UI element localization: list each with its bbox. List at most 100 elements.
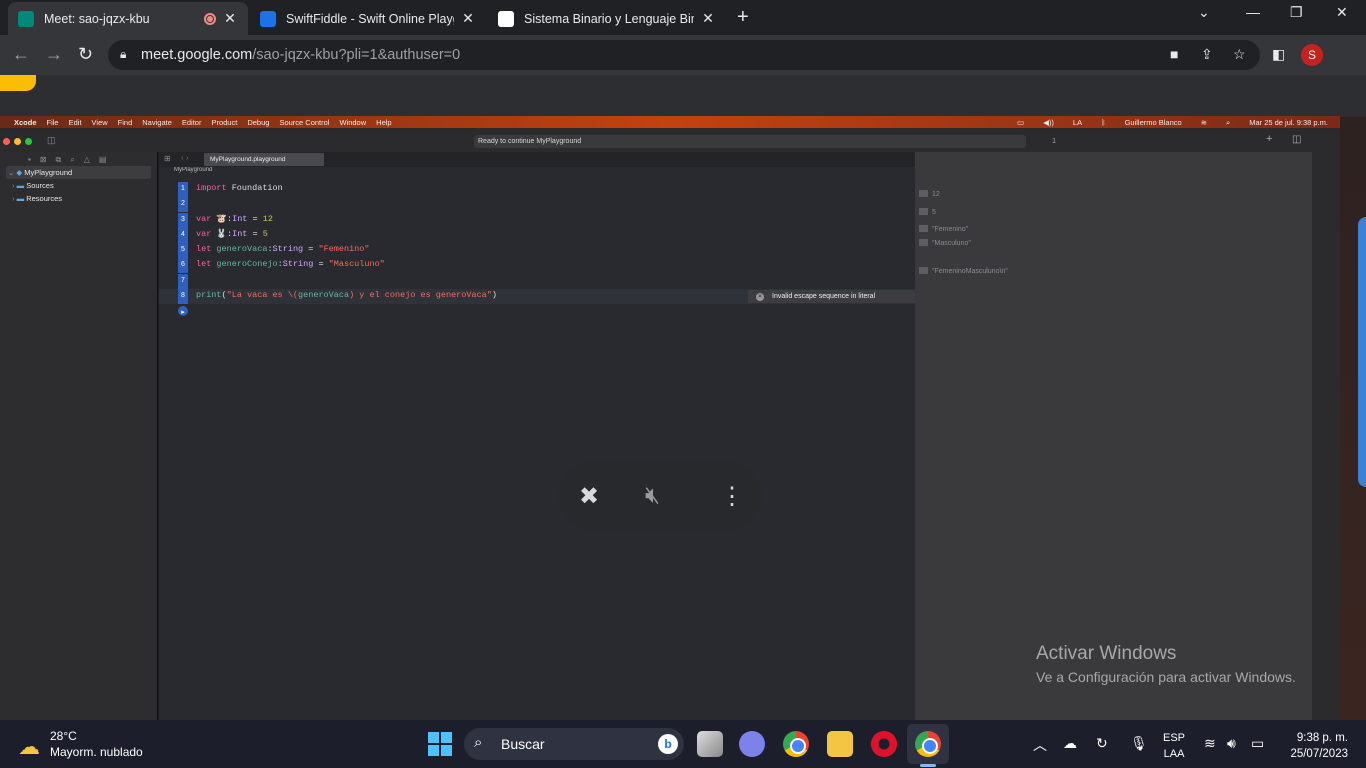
tab-sistema-binario[interactable]: Sistema Binario y Lenguaje Binari ✕ xyxy=(488,2,726,35)
menu-help[interactable]: Help xyxy=(376,118,391,127)
result-value[interactable]: 12 xyxy=(919,190,940,198)
mute-icon[interactable]: 🔇︎ xyxy=(645,482,660,510)
more-options-icon[interactable]: ⋮ xyxy=(720,482,744,511)
close-tab-icon[interactable]: ✕ xyxy=(460,10,476,27)
unpin-icon[interactable]: ✖ xyxy=(579,482,599,511)
add-icon[interactable]: + xyxy=(1266,133,1272,145)
run-icon[interactable]: ▸ xyxy=(178,306,188,317)
inspector-toggle-icon[interactable]: ◫ xyxy=(1292,134,1301,145)
chrome-active-icon[interactable] xyxy=(915,731,941,757)
taskbar-search[interactable]: ⌕ Buscar b xyxy=(464,728,684,760)
profile-avatar[interactable]: S xyxy=(1301,44,1323,66)
back-icon[interactable]: ← xyxy=(12,44,30,65)
tab-swiftfiddle[interactable]: SwiftFiddle - Swift Online Playgro ✕ xyxy=(250,2,486,35)
task-view-icon[interactable] xyxy=(697,731,723,757)
close-window-icon[interactable]: ✕ xyxy=(1336,4,1348,21)
menu-find[interactable]: Find xyxy=(118,118,133,127)
tab-meet[interactable]: Meet: sao-jqzx-kbu ✕ xyxy=(8,2,248,35)
breadcrumb[interactable]: MyPlayground xyxy=(159,167,915,177)
side-panel-handle[interactable] xyxy=(1358,217,1366,487)
source-code[interactable]: 1 import Foundation 2 3 var 🐮:Int = 12 4 va… xyxy=(159,182,915,320)
error-banner[interactable]: ✕ Invalid escape sequence in literal xyxy=(748,290,915,304)
warning-count[interactable]: 1 xyxy=(1052,135,1056,148)
user-name[interactable]: Guillermo Blanco xyxy=(1125,118,1182,128)
close-tab-icon[interactable]: ✕ xyxy=(700,10,716,27)
lock-icon: 🔒︎ xyxy=(120,47,127,61)
microphone-icon[interactable]: 🎙︎ xyxy=(1130,735,1148,752)
file-explorer-icon[interactable] xyxy=(827,731,853,757)
grid-icon[interactable]: ⊞ xyxy=(164,154,171,163)
chrome-icon[interactable] xyxy=(783,731,809,757)
menu-navigate[interactable]: Navigate xyxy=(142,118,172,127)
swift-favicon-icon xyxy=(260,10,276,27)
code-line: 6 let generoConejo:String = "Masculuno" xyxy=(159,258,915,274)
close-window-light[interactable] xyxy=(3,138,10,145)
weather-desc: Mayorm. nublado xyxy=(50,745,143,759)
menu-window[interactable]: Window xyxy=(339,118,366,127)
result-value[interactable]: "Femenino" xyxy=(919,225,968,233)
nav-arrows-icon[interactable]: ‹ › xyxy=(181,153,189,162)
mac-datetime[interactable]: Mar 25 de jul. 9:38 p.m. xyxy=(1249,118,1328,128)
find-icon[interactable]: ⌕ xyxy=(70,155,74,164)
address-bar[interactable]: 🔒︎ meet.google.com/sao-jqzx-kbu?pli=1&au… xyxy=(108,40,1260,70)
teams-chat-icon[interactable] xyxy=(739,731,765,757)
language-indicator[interactable]: ESP LAA xyxy=(1163,730,1185,762)
meet-top-bar xyxy=(0,75,1366,117)
result-value[interactable]: "FemeninoMasculuno\n" xyxy=(919,267,1008,275)
menu-source-control[interactable]: Source Control xyxy=(279,118,329,127)
sync-icon[interactable]: ↻ xyxy=(1096,735,1108,752)
new-tab-icon[interactable]: + xyxy=(737,6,749,29)
result-value[interactable]: "Masculuno" xyxy=(919,239,971,247)
menu-edit[interactable]: Edit xyxy=(69,118,82,127)
folder-icon[interactable]: ▪ xyxy=(28,155,31,164)
result-value[interactable]: 5 xyxy=(919,208,936,216)
bookmark-star-icon[interactable]: ☆ xyxy=(1233,46,1246,63)
close-tab-icon[interactable]: ✕ xyxy=(222,10,238,27)
navigator-item-resources[interactable]: › ▬ Resources xyxy=(0,192,157,205)
minimize-icon[interactable]: — xyxy=(1246,4,1260,20)
code-editor[interactable]: ⊞ ‹ › MyPlayground.playground MyPlaygrou… xyxy=(159,152,915,720)
navigator-item-sources[interactable]: › ▬ Sources xyxy=(0,179,157,192)
onedrive-icon[interactable]: ☁ xyxy=(1063,735,1077,752)
report-icon[interactable]: ▤ xyxy=(99,155,107,164)
menu-view[interactable]: View xyxy=(92,118,108,127)
sidebar-toggle-icon[interactable]: ◫ xyxy=(47,135,56,146)
menu-xcode[interactable]: Xcode xyxy=(14,118,37,127)
battery-icon[interactable]: ▭ xyxy=(1251,735,1264,752)
menu-editor[interactable]: Editor xyxy=(182,118,202,127)
speaker-icon[interactable]: 🔊︎ xyxy=(1227,735,1236,752)
code-line: 2 xyxy=(159,197,915,213)
reload-icon[interactable]: ↻ xyxy=(78,44,93,65)
navigator-tabs: ▪ ⊠ ⧉ ⌕ △ ▤ xyxy=(0,152,157,166)
zoom-window-light[interactable] xyxy=(25,138,32,145)
clock[interactable]: 9:38 p. m. 25/07/2023 xyxy=(1282,730,1348,762)
wifi-icon[interactable]: ≋ xyxy=(1204,735,1216,752)
opera-icon[interactable] xyxy=(871,731,897,757)
bluetooth-icon[interactable]: ᛒ xyxy=(1101,118,1106,128)
minimize-window-light[interactable] xyxy=(14,138,21,145)
spotlight-icon[interactable]: ⌕ xyxy=(1226,118,1230,128)
forward-icon[interactable]: → xyxy=(45,44,63,65)
bing-icon[interactable]: b xyxy=(658,734,678,754)
menu-debug[interactable]: Debug xyxy=(247,118,269,127)
show-hidden-icons-icon[interactable]: ︿ xyxy=(1033,735,1047,755)
symbol-icon[interactable]: ⧉ xyxy=(56,155,62,164)
display-icon[interactable]: ▭ xyxy=(1017,118,1024,128)
share-icon[interactable]: ⇪ xyxy=(1201,46,1213,63)
menu-product[interactable]: Product xyxy=(211,118,237,127)
tab-search-icon[interactable]: ⌄ xyxy=(1198,4,1210,21)
camera-icon[interactable]: ■ xyxy=(1170,46,1178,62)
wifi-icon[interactable]: ≋ xyxy=(1201,118,1207,128)
navigator-item-playground[interactable]: ⌄ ◆ MyPlayground xyxy=(6,166,151,179)
file-tab[interactable]: MyPlayground.playground xyxy=(204,153,324,166)
input-source-badge[interactable]: LA xyxy=(1073,118,1082,128)
code-line: 1 import Foundation xyxy=(159,182,915,197)
activity-status: Ready to continue MyPlayground 1 xyxy=(474,135,1056,148)
side-panel-icon[interactable]: ◧ xyxy=(1272,46,1285,63)
source-control-icon[interactable]: ⊠ xyxy=(40,155,47,164)
menu-file[interactable]: File xyxy=(47,118,59,127)
maximize-icon[interactable]: ❐ xyxy=(1290,4,1303,21)
volume-icon[interactable]: ◀)) xyxy=(1043,118,1054,128)
issue-icon[interactable]: △ xyxy=(84,155,90,164)
start-button[interactable] xyxy=(428,732,452,756)
